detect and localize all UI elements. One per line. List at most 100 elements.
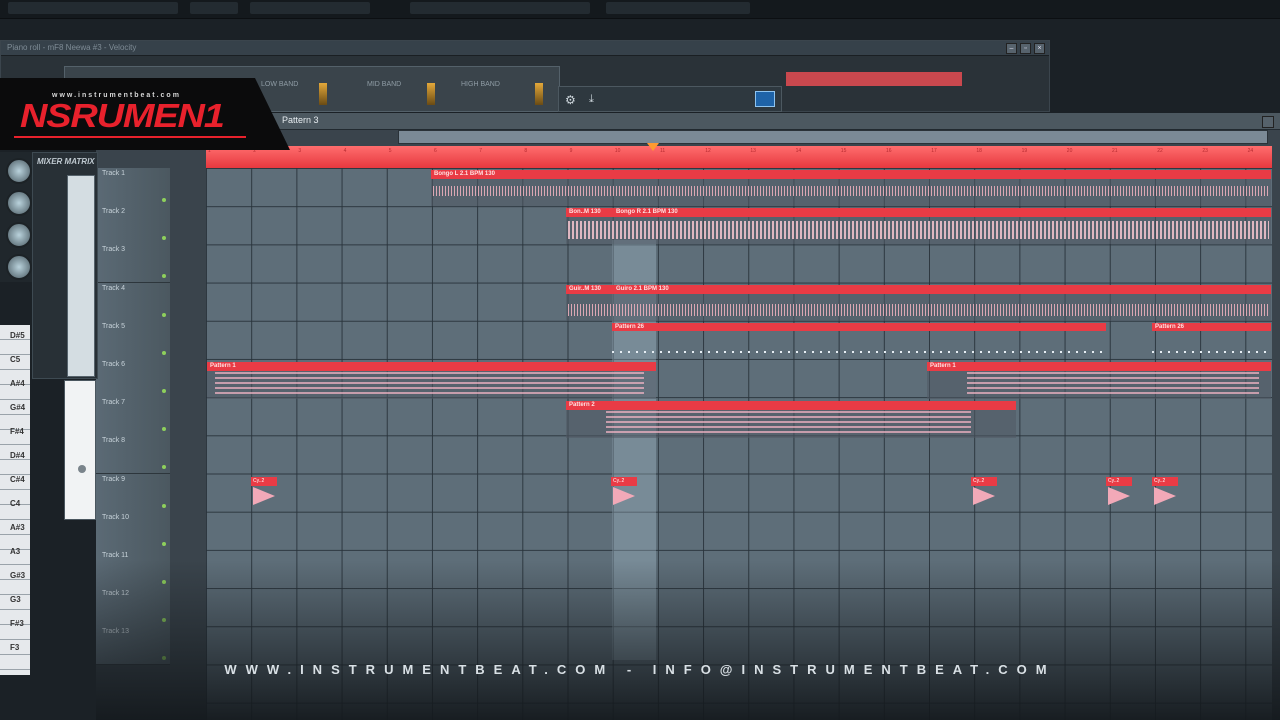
piano-key-label: C5 [10, 355, 21, 364]
track-label: Track 8 [102, 437, 126, 445]
gear-icon[interactable]: ⚙ [565, 93, 576, 107]
instrumentbeat-logo: www.instrumentbeat.com NSRUMEN1 [0, 78, 290, 150]
timeline-tick: 17 [931, 148, 937, 154]
clip-waveform [568, 221, 1269, 239]
pattern-clip[interactable]: Pattern 1 [927, 362, 1271, 399]
pattern-clip[interactable]: Pattern 2 [566, 401, 1016, 438]
track-enable-led[interactable] [162, 350, 166, 355]
track-enable-led[interactable] [162, 541, 166, 546]
cymbal-clip[interactable]: Cy..2 [1152, 477, 1178, 513]
playlist-horizontal-scrollbar[interactable] [398, 130, 1268, 144]
toolbar-group[interactable] [190, 2, 238, 14]
cymbal-clip[interactable]: Cy..2 [971, 477, 997, 513]
pattern-clip[interactable]: Pattern 26 [612, 323, 1106, 359]
download-icon[interactable]: ⤓ [589, 93, 594, 106]
track-label: Track 5 [102, 322, 126, 330]
track-label: Track 6 [102, 361, 126, 368]
mixer-knob[interactable] [6, 158, 32, 184]
playlist-titlebar [270, 113, 1280, 130]
toolbar-group[interactable] [606, 2, 750, 14]
clip-label: Bongo R 2.1 BPM 130 [616, 209, 678, 215]
track-label: Track 7 [102, 399, 126, 407]
maximize-icon[interactable]: ▫ [1020, 43, 1031, 54]
mixer-knob[interactable] [6, 222, 32, 248]
playlist-timeline[interactable]: 1 2 3 4 5 6 7 8 9 10 11 12 13 14 15 16 17 18 19 20 21 22 23 24 [206, 146, 1272, 168]
piano-key-label: G#4 [10, 403, 26, 412]
track-enable-led[interactable] [162, 198, 166, 202]
track-header[interactable]: Track 7 [96, 397, 170, 437]
timeline-tick: 19 [1021, 148, 1028, 154]
minimize-icon[interactable]: – [1006, 43, 1017, 54]
timeline-tick: 3 [298, 148, 302, 154]
track-enable-led[interactable] [162, 465, 166, 470]
clip-label: Pattern 26 [1155, 324, 1185, 330]
eq-fader[interactable] [427, 83, 435, 105]
clip-waveform [433, 186, 1269, 196]
close-icon[interactable]: × [1034, 43, 1045, 54]
track-header[interactable]: Track 5 [96, 320, 170, 360]
view-toggle-button[interactable] [755, 91, 775, 107]
clip-notes [215, 372, 644, 394]
mixer-knob[interactable] [6, 254, 32, 280]
clip-notes [967, 372, 1259, 394]
track-header[interactable]: Track 3 [96, 244, 170, 284]
mixer-strip[interactable] [67, 175, 95, 377]
audio-clip[interactable]: Bon..M 130 Bongo R 2.1 BPM 130 [566, 208, 1271, 244]
piano-key-label: F#3 [10, 619, 24, 628]
track-enable-led[interactable] [162, 312, 166, 317]
track-enable-led[interactable] [162, 427, 166, 432]
track-header[interactable]: Track 8 [96, 435, 170, 475]
toolbar-group[interactable] [410, 2, 590, 14]
timeline-tick: 24 [1247, 148, 1254, 154]
song-position-bar[interactable] [786, 72, 962, 86]
eq-band-label: MID BAND [367, 81, 402, 88]
eq-fader[interactable] [535, 83, 543, 105]
timeline-tick: 20 [1066, 148, 1073, 154]
piano-keyboard[interactable]: D#5 C5 A#4 G#4 F#4 D#4 C#4 C4 A#3 A3 G#3 G3 F#3 F3 [0, 325, 30, 675]
track-header[interactable]: Track 1 [96, 168, 170, 207]
timeline-tick: 16 [886, 148, 892, 154]
piano-key-label: D#5 [10, 331, 25, 340]
piano-key-label: C#4 [10, 475, 25, 484]
track-label: Track 4 [102, 284, 126, 292]
clip-header [566, 401, 1016, 410]
maximize-icon[interactable] [1262, 116, 1274, 128]
eq-band-label: LOW BAND [261, 81, 299, 88]
cymbal-clip[interactable]: Cy..2 [1106, 477, 1132, 513]
timeline-tick: 9 [569, 148, 573, 154]
clip-label: Cy..2 [973, 478, 985, 484]
clip-notes [1152, 351, 1271, 353]
pattern-clip[interactable]: Pattern 1 [207, 362, 656, 399]
track-header[interactable]: Track 9 [96, 473, 170, 513]
clip-header [566, 285, 1271, 294]
main-toolbar [0, 0, 1280, 19]
track-header[interactable]: Track 4 [96, 282, 170, 322]
cymbal-clip[interactable]: Cy..2 [251, 477, 277, 513]
cymbal-clip[interactable]: Cy..2 [611, 477, 637, 513]
track-enable-led[interactable] [162, 274, 166, 279]
side-panel[interactable] [64, 380, 96, 520]
timeline-tick: 4 [343, 148, 347, 154]
timeline-tick: 23 [1202, 148, 1208, 154]
track-header[interactable]: Track 6 [96, 359, 170, 398]
pattern-selector[interactable]: Pattern 3 [282, 115, 319, 125]
track-header[interactable]: Track 2 [96, 206, 170, 246]
timeline-tick: 5 [388, 148, 392, 154]
window-controls: – ▫ × [1006, 43, 1045, 54]
clip-label: Cy..2 [613, 478, 625, 484]
track-enable-led[interactable] [162, 389, 166, 393]
toolbar-group[interactable] [250, 2, 370, 14]
track-enable-led[interactable] [162, 236, 166, 241]
slider-handle[interactable] [78, 465, 86, 473]
audio-clip[interactable]: Bongo L 2.1 BPM 130 [431, 170, 1271, 206]
clip-label: Cy..2 [1154, 478, 1166, 484]
audio-clip[interactable]: Guir..M 130 Guiro 2.1 BPM 130 [566, 285, 1271, 321]
mixer-knob[interactable] [6, 190, 32, 216]
timeline-tick: 12 [705, 148, 711, 154]
playhead-marker[interactable] [647, 143, 659, 151]
eq-fader[interactable] [319, 83, 327, 105]
toolbar-group[interactable] [8, 2, 178, 14]
track-enable-led[interactable] [162, 503, 166, 508]
track-header[interactable]: Track 10 [96, 511, 170, 551]
pattern-clip[interactable]: Pattern 26 [1152, 323, 1271, 359]
